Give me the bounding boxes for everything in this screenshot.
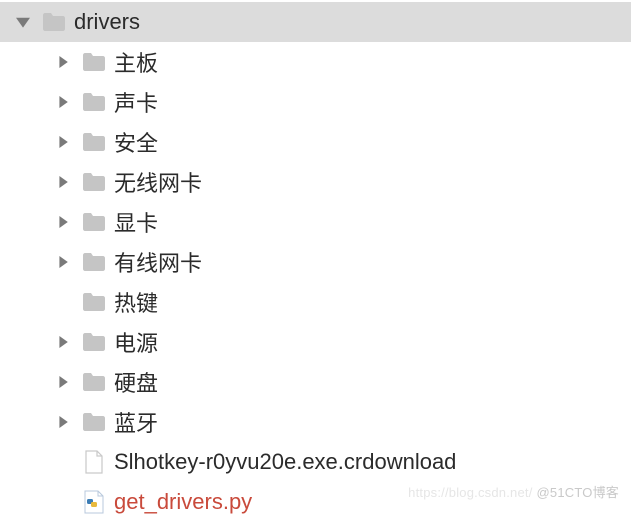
tree-item-label: 有线网卡	[114, 246, 202, 278]
tree-row[interactable]: 有线网卡	[0, 242, 631, 282]
file-icon	[82, 450, 106, 474]
folder-icon	[82, 50, 106, 74]
tree-item-label: 声卡	[114, 86, 158, 118]
tree-row[interactable]: 蓝牙	[0, 402, 631, 442]
tree-row[interactable]: 硬盘	[0, 362, 631, 402]
chevron-right-icon[interactable]	[54, 133, 72, 151]
tree-row[interactable]: 电源	[0, 322, 631, 362]
chevron-right-icon[interactable]	[54, 213, 72, 231]
folder-icon	[82, 130, 106, 154]
file-tree: drivers 主板声卡安全无线网卡显卡有线网卡热键电源硬盘蓝牙 Slhotkey…	[0, 0, 631, 522]
folder-icon	[82, 330, 106, 354]
chevron-right-icon[interactable]	[54, 173, 72, 191]
tree-row[interactable]: 声卡	[0, 82, 631, 122]
tree-row[interactable]: 显卡	[0, 202, 631, 242]
root-label: drivers	[74, 9, 140, 35]
chevron-right-icon[interactable]	[54, 413, 72, 431]
tree-row[interactable]: 无线网卡	[0, 162, 631, 202]
tree-item-label: 电源	[114, 326, 158, 358]
tree-children: 主板声卡安全无线网卡显卡有线网卡热键电源硬盘蓝牙 Slhotkey-r0yvu20…	[0, 42, 631, 522]
tree-row[interactable]: 主板	[0, 42, 631, 82]
tree-row[interactable]: Slhotkey-r0yvu20e.exe.crdownload	[0, 442, 631, 482]
python-file-icon	[82, 490, 106, 514]
folder-icon	[82, 210, 106, 234]
tree-row-root[interactable]: drivers	[0, 2, 631, 42]
folder-icon	[82, 370, 106, 394]
folder-icon	[82, 90, 106, 114]
tree-row[interactable]: 热键	[0, 282, 631, 322]
chevron-right-icon[interactable]	[54, 333, 72, 351]
tree-item-label: 显卡	[114, 206, 158, 238]
folder-icon	[82, 250, 106, 274]
tree-item-label: 安全	[114, 126, 158, 158]
chevron-right-icon[interactable]	[54, 53, 72, 71]
tree-row[interactable]: 安全	[0, 122, 631, 162]
chevron-right-icon[interactable]	[54, 253, 72, 271]
tree-item-label: 主板	[114, 46, 158, 78]
folder-icon	[82, 410, 106, 434]
folder-icon	[42, 10, 66, 34]
chevron-down-icon[interactable]	[14, 13, 32, 31]
tree-item-label: 无线网卡	[114, 166, 202, 198]
folder-icon	[82, 170, 106, 194]
tree-item-label: get_drivers.py	[114, 489, 252, 515]
tree-row[interactable]: get_drivers.py	[0, 482, 631, 522]
tree-item-label: 热键	[114, 286, 158, 318]
tree-item-label: Slhotkey-r0yvu20e.exe.crdownload	[114, 449, 456, 475]
chevron-right-icon[interactable]	[54, 93, 72, 111]
tree-item-label: 硬盘	[114, 366, 158, 398]
folder-icon	[82, 290, 106, 314]
tree-item-label: 蓝牙	[114, 406, 158, 438]
chevron-right-icon[interactable]	[54, 373, 72, 391]
